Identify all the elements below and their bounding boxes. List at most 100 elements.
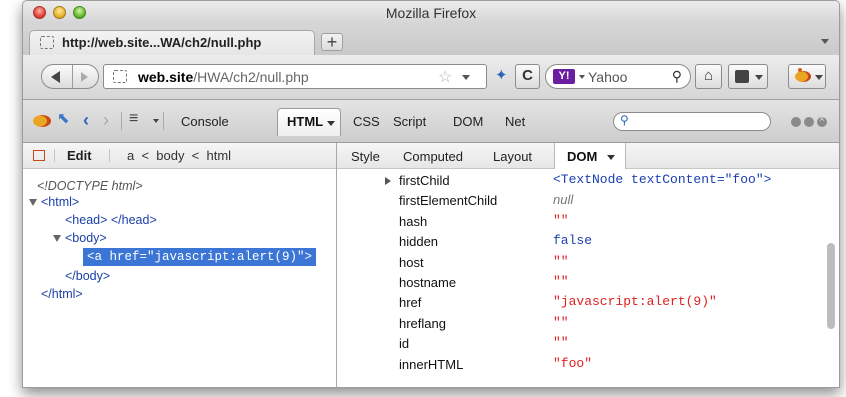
property-row[interactable]: innerHTML "foo" bbox=[337, 355, 827, 375]
detach-firebug-icon[interactable] bbox=[804, 117, 814, 127]
tab-dom-side[interactable]: DOM bbox=[554, 143, 626, 169]
search-box[interactable]: Y! Yahoo ⚲ bbox=[545, 64, 691, 89]
back-forward-group bbox=[41, 64, 99, 89]
property-name: href bbox=[399, 295, 422, 311]
firebug-menu-icon[interactable] bbox=[33, 115, 51, 127]
chevron-down-icon[interactable] bbox=[153, 119, 159, 123]
inspect-icon[interactable] bbox=[33, 150, 45, 161]
tab-css[interactable]: CSS bbox=[353, 114, 380, 129]
tab-html[interactable]: HTML bbox=[277, 108, 341, 136]
divider bbox=[109, 149, 110, 162]
property-row[interactable]: firstChild <TextNode textContent="foo"> bbox=[337, 171, 827, 191]
chevron-down-icon bbox=[815, 75, 823, 80]
inspect-element-icon[interactable]: ⬉ bbox=[57, 111, 73, 127]
doctype-node[interactable]: <!DOCTYPE html> bbox=[37, 179, 143, 193]
property-value[interactable]: "foo" bbox=[553, 356, 592, 371]
html-open-node[interactable]: <html> bbox=[41, 195, 79, 209]
reload-button[interactable]: C bbox=[515, 64, 540, 89]
chevron-down-icon bbox=[755, 75, 763, 80]
tab-list-chevron-icon[interactable] bbox=[821, 39, 829, 44]
tab-layout[interactable]: Layout bbox=[493, 149, 532, 164]
head-node[interactable]: <head> </head> bbox=[65, 213, 157, 227]
property-row[interactable]: firstElementChild null bbox=[337, 191, 827, 211]
url-history-dropdown-icon[interactable] bbox=[462, 75, 470, 80]
property-value[interactable]: null bbox=[553, 192, 573, 207]
window-title: Mozilla Firefox bbox=[385, 5, 477, 21]
property-row[interactable]: id "" bbox=[337, 334, 827, 354]
title-bar: Mozilla Firefox bbox=[23, 1, 839, 25]
url-host: web.site bbox=[138, 69, 194, 85]
pin-icon[interactable]: ✦ bbox=[495, 68, 511, 84]
property-row[interactable]: href "javascript:alert(9)" bbox=[337, 293, 827, 313]
property-row[interactable]: hostname "" bbox=[337, 273, 827, 293]
property-value[interactable]: "javascript:alert(9)" bbox=[553, 294, 717, 309]
new-tab-button[interactable]: + bbox=[321, 33, 343, 51]
tab-script[interactable]: Script bbox=[393, 114, 426, 129]
breadcrumb: Edit a < body < html bbox=[23, 143, 336, 169]
tab-style[interactable]: Style bbox=[351, 149, 380, 164]
property-value[interactable]: "" bbox=[553, 315, 569, 330]
browser-tab[interactable]: http://web.site...WA/ch2/null.php bbox=[29, 30, 315, 55]
close-firebug-icon[interactable] bbox=[817, 114, 827, 127]
search-engine-logo[interactable]: Y! bbox=[553, 69, 575, 84]
tab-bar: http://web.site...WA/ch2/null.php + bbox=[23, 25, 839, 55]
minimize-firebug-icon[interactable] bbox=[791, 117, 801, 127]
tab-dom-label: DOM bbox=[567, 149, 598, 164]
property-value[interactable]: <TextNode textContent="foo"> bbox=[553, 172, 771, 187]
tab-title: http://web.site...WA/ch2/null.php bbox=[62, 35, 262, 50]
next-icon[interactable]: › bbox=[103, 110, 109, 131]
property-value[interactable]: false bbox=[553, 233, 592, 248]
back-button[interactable] bbox=[42, 65, 73, 88]
property-name: hreflang bbox=[399, 315, 446, 331]
list-menu-icon[interactable]: ≡ bbox=[129, 110, 145, 128]
side-panel: Style Computed Layout DOM firstChild <Tex… bbox=[337, 143, 839, 387]
property-row[interactable]: hreflang "" bbox=[337, 314, 827, 334]
firebug-search-input[interactable]: ⚲ bbox=[613, 112, 771, 131]
scrollbar[interactable] bbox=[827, 243, 835, 329]
toolbar-divider bbox=[163, 112, 164, 130]
chevron-down-icon bbox=[327, 121, 335, 126]
property-name: firstChild bbox=[399, 173, 450, 188]
tab-html-label: HTML bbox=[287, 114, 324, 129]
tab-console[interactable]: Console bbox=[181, 114, 229, 129]
html-panel: Edit a < body < html <!DOCTYPE html> <ht… bbox=[23, 143, 337, 387]
property-row[interactable]: host "" bbox=[337, 253, 827, 273]
property-name: innerHTML bbox=[399, 356, 464, 372]
property-row[interactable]: hash "" bbox=[337, 212, 827, 232]
bookmark-star-icon[interactable]: ☆ bbox=[438, 67, 452, 87]
home-button[interactable]: ⌂ bbox=[695, 64, 722, 89]
tab-dom[interactable]: DOM bbox=[453, 114, 483, 129]
property-value[interactable]: "" bbox=[553, 274, 569, 289]
site-identity-icon[interactable] bbox=[113, 70, 127, 83]
expand-arrow-icon[interactable] bbox=[385, 177, 391, 185]
previous-icon[interactable]: ‹ bbox=[83, 110, 89, 131]
expand-toggle-icon[interactable] bbox=[29, 199, 37, 206]
url-bar[interactable]: web.site/HWA/ch2/null.php ☆ bbox=[103, 64, 487, 89]
selected-anchor-node[interactable]: <a href="javascript:alert(9)"> bbox=[83, 248, 317, 266]
property-value[interactable]: "" bbox=[553, 213, 569, 228]
tab-net[interactable]: Net bbox=[505, 114, 525, 129]
edit-button[interactable]: Edit bbox=[67, 148, 92, 163]
breadcrumb-path[interactable]: a < body < html bbox=[127, 148, 231, 163]
property-name: host bbox=[399, 254, 424, 270]
property-value[interactable]: "" bbox=[553, 254, 569, 269]
divider bbox=[54, 149, 55, 162]
firebug-toolbar-button[interactable] bbox=[788, 64, 826, 89]
chevron-down-icon bbox=[607, 155, 615, 160]
property-row[interactable]: hidden false bbox=[337, 232, 827, 252]
property-value[interactable]: "" bbox=[553, 335, 569, 350]
forward-button[interactable] bbox=[73, 65, 98, 88]
body-close-node[interactable]: </body> bbox=[65, 269, 110, 283]
body-open-node[interactable]: <body> bbox=[65, 231, 107, 245]
html-close-node[interactable]: </html> bbox=[41, 287, 83, 301]
bookmarks-menu-button[interactable] bbox=[728, 64, 768, 89]
search-icon[interactable]: ⚲ bbox=[672, 68, 682, 85]
expand-toggle-icon[interactable] bbox=[53, 235, 61, 242]
url-path: /HWA/ch2/null.php bbox=[193, 69, 309, 85]
firebug-icon bbox=[795, 68, 811, 82]
search-input[interactable]: Yahoo bbox=[588, 69, 627, 85]
property-name: hash bbox=[399, 213, 428, 229]
engine-dropdown-icon[interactable] bbox=[579, 75, 585, 79]
url-text[interactable]: web.site/HWA/ch2/null.php bbox=[138, 69, 309, 85]
tab-computed[interactable]: Computed bbox=[403, 149, 463, 164]
